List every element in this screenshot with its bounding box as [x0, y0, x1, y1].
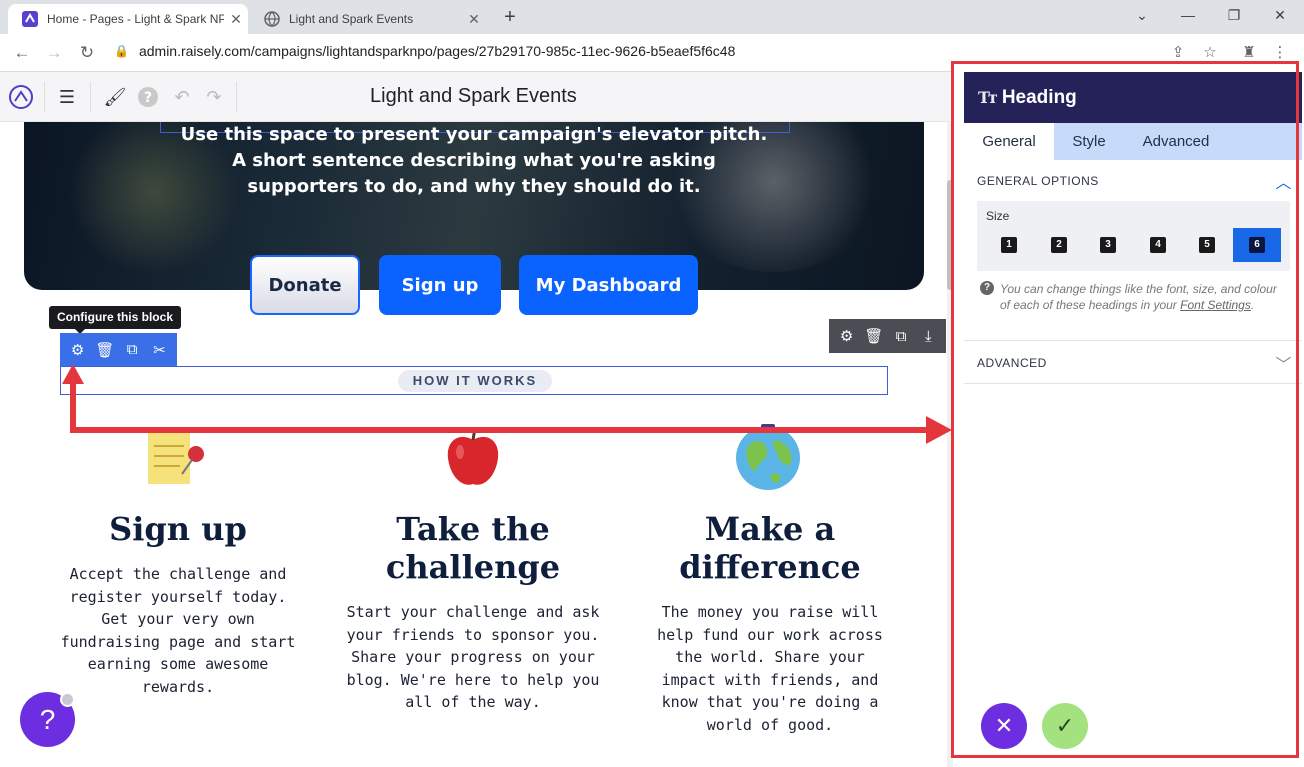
chevron-up-icon: ︿ [1275, 175, 1292, 192]
size-label: Size [986, 209, 1010, 223]
lock-icon: 🔒 [114, 44, 129, 58]
chevron-down-icon: ﹀ [1275, 357, 1292, 374]
new-tab-icon[interactable]: + [498, 5, 522, 29]
svg-text:?: ? [144, 90, 152, 106]
trash-icon[interactable]: 🗑 [863, 327, 885, 345]
question-icon: ? [980, 281, 994, 295]
close-icon: ✕ [994, 713, 1014, 738]
panel-title: Heading [1001, 86, 1077, 108]
gear-icon[interactable]: ⚙ [67, 341, 89, 359]
size-option-6[interactable]: 6 [1233, 228, 1281, 262]
browser-tab-bar: Home - Pages - Light & Spark NPO ✕ Light… [0, 0, 1304, 34]
trash-icon[interactable]: 🗑 [94, 341, 116, 359]
browser-tab-active[interactable]: Home - Pages - Light & Spark NPO ✕ [8, 4, 248, 34]
minimize-icon[interactable]: — [1165, 0, 1211, 32]
url-field[interactable]: 🔒 admin.raisely.com/campaigns/lightandsp… [114, 43, 735, 59]
block-toolbar: ⚙ 🗑 ⧉ ✂ [60, 333, 177, 366]
heading-settings-panel: Tт Heading General Style Advanced GENERA… [953, 61, 1304, 767]
url-text: admin.raisely.com/campaigns/lightandspar… [138, 43, 736, 59]
panel-header: Tт Heading [964, 72, 1302, 123]
general-options-header[interactable]: GENERAL OPTIONS ︿ [964, 160, 1302, 202]
cancel-button[interactable]: ✕ [981, 703, 1027, 749]
browser-tab-title: Light and Spark Events [289, 12, 414, 26]
help-circle-icon[interactable]: ? [135, 84, 161, 110]
font-settings-note: ? You can change things like the font, s… [980, 281, 1280, 313]
close-tab-icon[interactable]: ✕ [462, 11, 486, 28]
extension-icon[interactable]: ♜ [1237, 43, 1261, 61]
browser-tab-title: Home - Pages - Light & Spark NPO [47, 12, 224, 26]
size-option-2[interactable]: 2 [1035, 228, 1083, 262]
raisely-favicon-icon [22, 11, 38, 27]
forward-icon[interactable]: → [42, 42, 66, 66]
step-title: Make a difference [679, 510, 861, 586]
advanced-label: ADVANCED [977, 356, 1047, 370]
menu-kebab-icon[interactable]: ⋮ [1268, 43, 1292, 61]
memo-pin-icon [142, 420, 212, 490]
panel-tabs: General Style Advanced [964, 123, 1302, 160]
check-icon: ✓ [1055, 713, 1075, 738]
globe-favicon-icon [264, 11, 280, 27]
font-settings-link[interactable]: Font Settings [1180, 298, 1251, 312]
bookmark-star-icon[interactable]: ☆ [1198, 43, 1222, 61]
size-option-3[interactable]: 3 [1084, 228, 1132, 262]
brush-icon[interactable]: 🖌 [102, 84, 128, 110]
size-option-1[interactable]: 1 [985, 228, 1033, 262]
how-it-works-heading: HOW IT WORKS [398, 370, 552, 392]
step-text: Accept the challenge and register yourse… [60, 565, 296, 696]
back-icon[interactable]: ← [10, 42, 34, 66]
step-text: The money you raise will help fund our w… [657, 603, 883, 734]
configure-block-tooltip: Configure this block [49, 306, 181, 334]
tab-style[interactable]: Style [1054, 123, 1124, 160]
general-options-label: GENERAL OPTIONS [977, 174, 1099, 188]
donate-button[interactable]: Donate [250, 255, 360, 315]
size-option-4[interactable]: 4 [1134, 228, 1182, 262]
step-text: Start your challenge and ask your friend… [346, 603, 600, 712]
hamburger-menu-icon[interactable]: ☰ [54, 84, 80, 110]
duplicate-icon[interactable]: ⧉ [121, 341, 143, 358]
page-canvas: Use this space to present your campaign'… [0, 122, 950, 767]
help-status-dot [60, 692, 75, 707]
step-title: Take the challenge [385, 510, 561, 586]
text-type-icon: Tт [978, 88, 998, 107]
advanced-section-header[interactable]: ADVANCED ﹀ [964, 340, 1302, 384]
editor-toolbar: ☰ 🖌 ? ↶ ↷ Light and Spark Events [0, 72, 950, 122]
page-title: Light and Spark Events [370, 85, 577, 107]
signup-button[interactable]: Sign up [379, 255, 501, 315]
duplicate-icon[interactable]: ⧉ [890, 328, 912, 345]
undo-icon[interactable]: ↶ [169, 84, 195, 110]
close-tab-icon[interactable]: ✕ [224, 11, 248, 28]
apple-icon [438, 420, 508, 490]
tab-general[interactable]: General [964, 123, 1054, 160]
heading-block[interactable]: HOW IT WORKS [60, 366, 888, 395]
confirm-button[interactable]: ✓ [1042, 703, 1088, 749]
section-toolbar: ⚙ 🗑 ⧉ ⤓ [829, 319, 946, 353]
window-close-icon[interactable]: ✕ [1257, 0, 1303, 32]
tab-search-icon[interactable]: ⌄ [1119, 0, 1165, 32]
size-option-5[interactable]: 5 [1183, 228, 1231, 262]
tab-advanced[interactable]: Advanced [1124, 123, 1228, 160]
share-icon[interactable]: ⇪ [1166, 43, 1190, 61]
reload-icon[interactable]: ↻ [75, 42, 99, 66]
hero-pitch-text: Use this space to present your campaign'… [180, 124, 768, 197]
download-icon[interactable]: ⤓ [917, 328, 939, 345]
gear-icon[interactable]: ⚙ [836, 327, 858, 345]
step-title: Sign up [109, 510, 247, 548]
restore-icon[interactable]: ❐ [1211, 0, 1257, 32]
scissors-icon[interactable]: ✂ [148, 341, 170, 359]
redo-icon[interactable]: ↷ [201, 84, 227, 110]
browser-tab-inactive[interactable]: Light and Spark Events ✕ [250, 4, 486, 34]
my-dashboard-button[interactable]: My Dashboard [519, 255, 698, 315]
raisely-logo-icon[interactable] [8, 84, 34, 110]
globe-icon [733, 420, 803, 490]
size-selector: Size 1 2 3 4 5 6 [977, 201, 1290, 271]
